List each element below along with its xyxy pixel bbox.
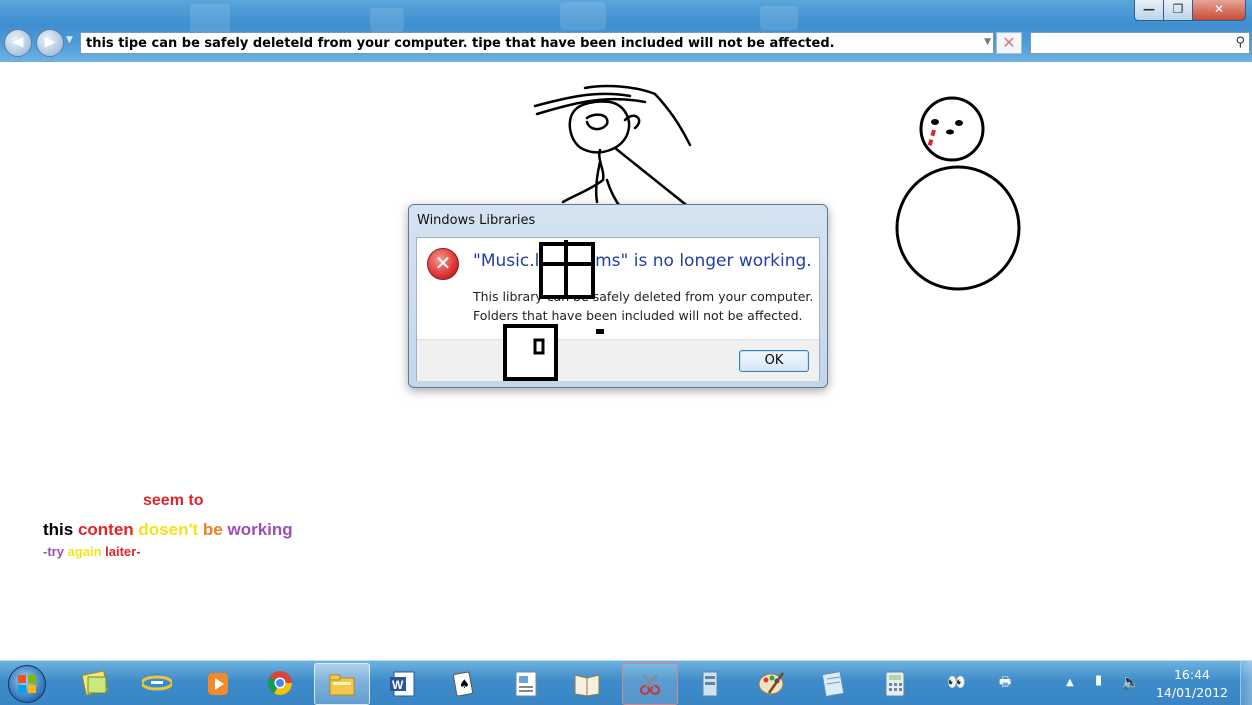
colored-word: working <box>227 520 293 539</box>
calculator-icon <box>885 671 905 697</box>
snipping-tool-icon <box>640 674 660 695</box>
colored-word: again <box>67 544 106 559</box>
colored-word: be <box>202 520 228 539</box>
stick-figure-drawing <box>533 84 692 210</box>
solitaire-icon: ♠ <box>453 671 473 697</box>
taskbar-button-sticky-notes[interactable] <box>68 663 122 703</box>
taskbar-button-word[interactable]: W <box>376 663 430 703</box>
word-icon: W <box>390 671 415 697</box>
forward-button[interactable]: ▶ <box>36 29 64 57</box>
clock-time[interactable]: 16:44 <box>1162 667 1222 682</box>
background-glass <box>190 4 230 34</box>
notepad-icon <box>821 671 845 697</box>
dialog-message-line-1: This library can be safely deleted from … <box>473 289 814 304</box>
eyes-icon[interactable]: 👀 <box>947 673 966 691</box>
colored-text-line-3: -try again laiter- <box>43 544 141 559</box>
dialog-message-line-2: Folders that have been included will not… <box>473 308 803 323</box>
network-icon[interactable]: ▮ <box>1095 673 1102 688</box>
colored-word: dosen't <box>138 520 203 539</box>
taskbar-button-chrome[interactable] <box>253 663 307 703</box>
taskbar-button-paint[interactable] <box>745 663 799 703</box>
search-icon[interactable]: ⚲ <box>1235 35 1245 50</box>
background-glass <box>370 8 404 32</box>
minimize-button[interactable]: — <box>1134 0 1164 21</box>
door-doodle-box <box>503 324 558 381</box>
sticky-notes-icon <box>81 670 109 696</box>
window-doodle-box <box>539 240 595 299</box>
taskbar-button-book[interactable] <box>560 663 614 703</box>
dialog-footer: OK <box>417 339 819 381</box>
windows-logo-icon <box>18 675 36 693</box>
taskbar-button-snipping-tool[interactable] <box>622 663 678 705</box>
show-hidden-icons-icon[interactable]: ▲ <box>1066 677 1074 688</box>
taskbar-button-notepad[interactable] <box>806 663 860 703</box>
wordpad-icon <box>515 671 537 697</box>
internet-explorer-icon <box>142 673 172 693</box>
server-icon <box>702 671 718 697</box>
taskbar-button-media-player[interactable] <box>191 663 245 703</box>
book-icon <box>574 674 600 697</box>
snowman-drawing <box>895 96 1021 291</box>
colored-text-line-1: seem to <box>143 492 203 510</box>
colored-word: -try <box>43 544 68 559</box>
dialog-heading: "Music.library-ms" is no longer working. <box>473 251 812 271</box>
svg-text:♠: ♠ <box>459 677 470 691</box>
address-bar[interactable]: this tipe can be safely deleteld from yo… <box>80 32 994 54</box>
ok-button[interactable]: OK <box>739 350 809 372</box>
background-glass <box>760 6 798 30</box>
stop-icon[interactable]: ✕ <box>996 32 1022 54</box>
taskbar-button-windows-explorer[interactable] <box>314 663 370 705</box>
taskbar-button-server[interactable] <box>683 663 737 703</box>
printer-icon[interactable]: 🖶 <box>999 673 1011 695</box>
address-text: this tipe can be safely deleteld from yo… <box>86 36 835 51</box>
show-desktop-button[interactable] <box>1240 661 1252 705</box>
dialog-title: Windows Libraries <box>417 213 536 228</box>
colored-word: seem to <box>143 492 204 509</box>
media-player-icon <box>208 673 228 695</box>
colored-word: this <box>43 520 78 539</box>
paint-icon <box>758 672 785 695</box>
taskbar-button-wordpad[interactable] <box>499 663 553 703</box>
colored-text-line-2: this conten dosen't be working <box>43 520 293 540</box>
maximize-button[interactable]: ❐ <box>1163 0 1193 21</box>
chrome-icon <box>267 671 292 696</box>
close-button[interactable]: ✕ <box>1192 0 1246 21</box>
taskbar-button-internet-explorer[interactable] <box>130 663 184 703</box>
error-dialog: Windows Libraries ✕ "Music.library-ms" i… <box>408 204 828 388</box>
volume-icon[interactable]: 🔈 <box>1121 673 1140 691</box>
chevron-down-icon[interactable]: ▼ <box>984 37 991 47</box>
search-input[interactable]: ⚲ <box>1030 32 1250 54</box>
taskbar: W ♠ 👀 🖶 ▲ ▮ 🔈 16:44 14/01/2012 <box>0 660 1252 705</box>
colored-word: conten <box>77 520 139 539</box>
start-button[interactable] <box>8 665 46 703</box>
windows-explorer-icon <box>329 674 355 696</box>
recent-pages-dropdown-icon[interactable]: ▼ <box>66 35 73 45</box>
background-glass <box>560 2 606 30</box>
back-button[interactable]: ◀ <box>4 29 32 57</box>
colored-word: laiter- <box>105 544 141 559</box>
taskbar-button-calculator[interactable] <box>868 663 922 703</box>
clock-date[interactable]: 14/01/2012 <box>1152 685 1232 700</box>
dialog-body: ✕ "Music.library-ms" is no longer workin… <box>416 237 820 381</box>
taskbar-button-solitaire[interactable]: ♠ <box>437 663 491 703</box>
error-icon: ✕ <box>427 248 459 280</box>
svg-text:W: W <box>392 678 404 692</box>
explorer-titlebar: — ❐ ✕ ◀ ▶ ▼ this tipe can be safely dele… <box>0 0 1252 62</box>
doodle-dot <box>596 329 604 334</box>
